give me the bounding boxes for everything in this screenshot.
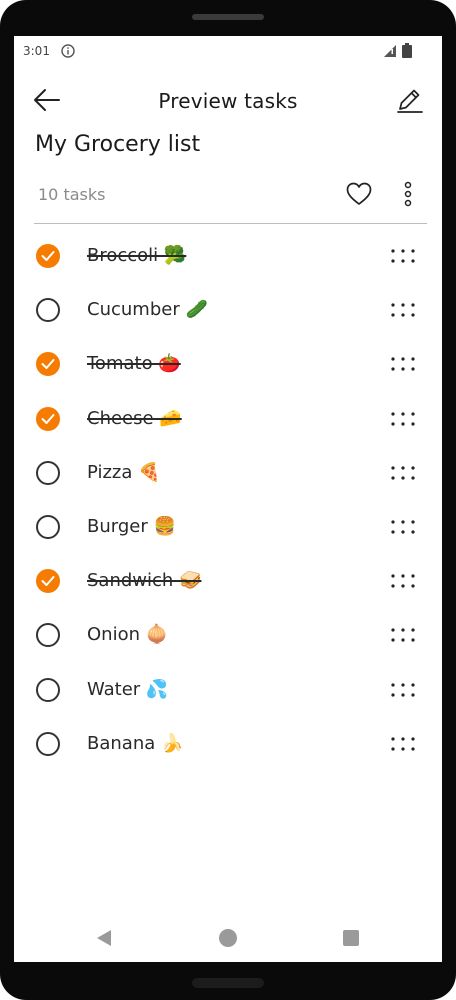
task-row[interactable]: Sandwich 🥪 (14, 554, 442, 608)
checkbox-checked[interactable] (36, 406, 60, 431)
list-title: My Grocery list (35, 132, 201, 157)
screen: 3:01 Preview tasks My Grocery list 10 ta… (14, 36, 442, 962)
drag-handle-icon[interactable] (390, 573, 416, 589)
checkbox-checked[interactable] (36, 569, 60, 594)
drag-handle-icon[interactable] (390, 248, 416, 264)
task-label: Tomato 🍅 (87, 353, 181, 375)
checkbox-unchecked[interactable] (36, 731, 60, 756)
task-label: Onion 🧅 (87, 624, 169, 646)
task-count: 10 tasks (38, 185, 106, 204)
signal-icon (384, 45, 396, 57)
task-row[interactable]: Banana 🍌 (14, 717, 442, 771)
task-label: Burger 🍔 (87, 515, 176, 537)
task-label: Cheese 🧀 (87, 407, 182, 429)
checkbox-unchecked[interactable] (36, 677, 60, 702)
task-row[interactable]: Tomato 🍅 (14, 337, 442, 391)
drag-handle-icon[interactable] (390, 519, 416, 535)
drag-handle-icon[interactable] (390, 627, 416, 643)
more-vertical-icon[interactable] (398, 180, 418, 208)
phone-frame: 3:01 Preview tasks My Grocery list 10 ta… (0, 0, 456, 1000)
drag-handle-icon[interactable] (390, 736, 416, 752)
task-label: Cucumber 🥒 (87, 299, 208, 321)
task-row[interactable]: Water 💦 (14, 663, 442, 717)
task-label: Water 💦 (87, 678, 169, 700)
drag-handle-icon[interactable] (390, 302, 416, 318)
checkbox-checked[interactable] (36, 244, 60, 268)
nav-back-icon[interactable] (95, 929, 113, 947)
nav-recents-icon[interactable] (343, 930, 359, 946)
status-bar: 3:01 (14, 36, 442, 68)
system-nav-bar (14, 920, 442, 960)
check-icon (41, 251, 55, 261)
check-icon (41, 413, 55, 424)
info-icon (61, 44, 75, 58)
drag-handle-icon[interactable] (390, 465, 416, 481)
task-label: Sandwich 🥪 (87, 570, 202, 592)
nav-home-icon[interactable] (219, 929, 237, 947)
heart-outline-icon[interactable] (345, 180, 373, 208)
task-list: Broccoli 🥦 Cucumber 🥒 Tomato 🍅 Cheese 🧀 Pizz… (14, 229, 442, 771)
status-time: 3:01 (23, 44, 50, 58)
drag-handle-icon[interactable] (390, 356, 416, 372)
battery-icon (402, 43, 412, 58)
task-row[interactable]: Pizza 🍕 (14, 446, 442, 500)
checkbox-unchecked[interactable] (36, 460, 60, 485)
page-title: Preview tasks (158, 89, 298, 113)
check-icon (41, 576, 55, 587)
bottom-bezel (192, 978, 264, 988)
earpiece (192, 14, 264, 20)
divider (34, 223, 427, 224)
pencil-icon[interactable] (394, 85, 424, 115)
task-row[interactable]: Cheese 🧀 (14, 392, 442, 446)
task-label: Banana 🍌 (87, 732, 184, 754)
drag-handle-icon[interactable] (390, 682, 416, 698)
drag-handle-icon[interactable] (390, 411, 416, 427)
app-bar: Preview tasks (14, 78, 442, 124)
check-icon (41, 359, 55, 370)
task-label: Broccoli 🥦 (87, 245, 187, 266)
task-row[interactable]: Onion 🧅 (14, 608, 442, 662)
task-row[interactable]: Burger 🍔 (14, 500, 442, 554)
checkbox-unchecked[interactable] (36, 623, 60, 648)
checkbox-unchecked[interactable] (36, 514, 60, 539)
task-row[interactable]: Broccoli 🥦 (14, 229, 442, 283)
task-label: Pizza 🍕 (87, 461, 161, 483)
checkbox-unchecked[interactable] (36, 298, 60, 323)
task-row[interactable]: Cucumber 🥒 (14, 283, 442, 337)
checkbox-checked[interactable] (36, 352, 60, 377)
